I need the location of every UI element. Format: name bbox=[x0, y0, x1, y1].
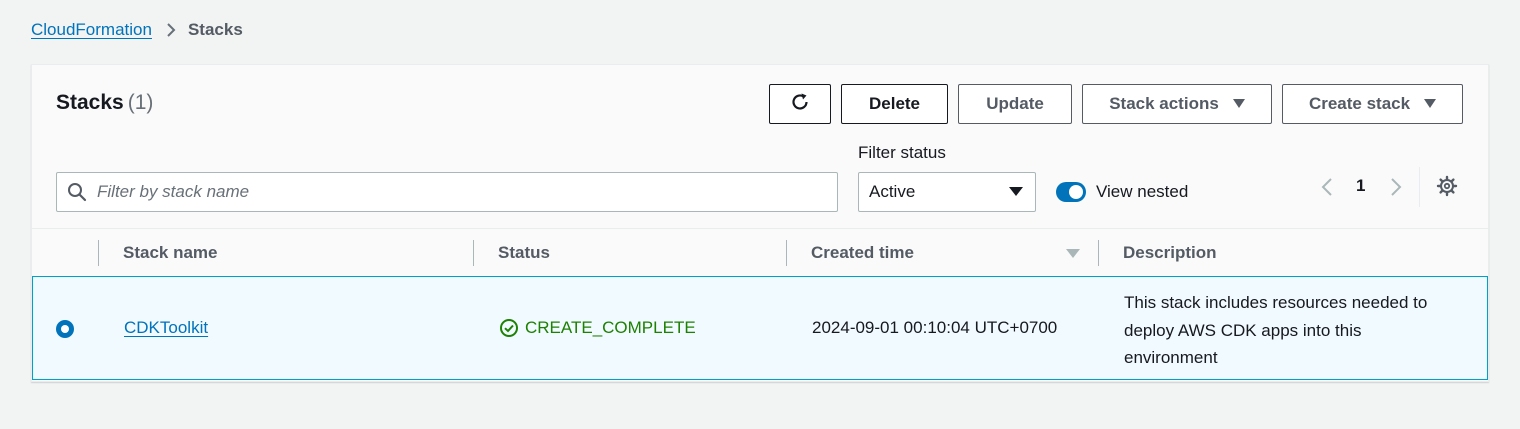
breadcrumb: CloudFormation Stacks bbox=[31, 18, 243, 42]
row-select-radio[interactable] bbox=[56, 320, 74, 338]
view-nested-toggle[interactable] bbox=[1056, 182, 1086, 202]
refresh-button[interactable] bbox=[769, 84, 831, 124]
filter-status-label: Filter status bbox=[858, 143, 946, 162]
view-nested-label: View nested bbox=[1096, 182, 1189, 201]
status-badge: CREATE_COMPLETE bbox=[499, 318, 696, 338]
create-stack-button[interactable]: Create stack bbox=[1282, 84, 1463, 124]
caret-down-icon bbox=[1424, 99, 1437, 109]
caret-down-icon bbox=[1009, 182, 1023, 202]
filter-status-value: Active bbox=[869, 182, 916, 201]
column-header-created-time[interactable]: Created time bbox=[811, 243, 914, 263]
column-separator[interactable] bbox=[473, 240, 474, 266]
stack-count: (1) bbox=[127, 91, 154, 114]
create-stack-label: Create stack bbox=[1308, 94, 1411, 113]
check-circle-icon bbox=[499, 318, 519, 338]
breadcrumb-cloudformation-link[interactable]: CloudFormation bbox=[31, 20, 152, 40]
filter-status-select[interactable]: Active bbox=[858, 172, 1036, 212]
update-button[interactable]: Update bbox=[958, 84, 1072, 124]
column-separator bbox=[98, 240, 99, 266]
stack-name-filter[interactable] bbox=[56, 172, 838, 212]
page-number[interactable]: 1 bbox=[1356, 176, 1365, 196]
column-header-description[interactable]: Description bbox=[1123, 243, 1217, 263]
column-separator[interactable] bbox=[786, 240, 787, 266]
table-row[interactable]: CDKToolkit CREATE_COMPLETE 2024-09-01 00… bbox=[32, 276, 1488, 380]
delete-button[interactable]: Delete bbox=[841, 84, 948, 124]
created-time: 2024-09-01 00:10:04 UTC+0700 bbox=[812, 318, 1058, 337]
stacks-panel: Stacks (1) Delete Update Stack actions Cr… bbox=[31, 64, 1489, 382]
status-text: CREATE_COMPLETE bbox=[525, 318, 696, 337]
stack-description: This stack includes resources needed to … bbox=[1124, 293, 1428, 367]
caret-down-icon bbox=[1232, 99, 1245, 109]
toggle-knob bbox=[1069, 185, 1083, 199]
divider bbox=[1419, 167, 1420, 207]
sort-descending-icon[interactable] bbox=[1066, 246, 1080, 264]
breadcrumb-current: Stacks bbox=[187, 20, 243, 39]
stack-actions-label: Stack actions bbox=[1109, 94, 1219, 113]
column-separator[interactable] bbox=[1098, 240, 1099, 266]
stack-actions-button[interactable]: Stack actions bbox=[1082, 84, 1272, 124]
chevron-left-icon[interactable] bbox=[1321, 177, 1333, 202]
chevron-right-icon bbox=[166, 22, 176, 38]
gear-icon[interactable] bbox=[1436, 175, 1458, 202]
search-icon bbox=[67, 182, 87, 202]
panel-title: Stacks (1) bbox=[56, 91, 153, 115]
column-header-stack-name[interactable]: Stack name bbox=[123, 243, 218, 263]
column-header-status[interactable]: Status bbox=[498, 243, 550, 263]
table-header: Stack name Status Created time Descripti… bbox=[32, 228, 1488, 276]
panel-title-text: Stacks bbox=[56, 91, 124, 114]
search-input[interactable] bbox=[97, 182, 817, 202]
chevron-right-icon[interactable] bbox=[1390, 177, 1402, 202]
refresh-icon bbox=[789, 91, 811, 118]
stack-name-link[interactable]: CDKToolkit bbox=[124, 318, 208, 338]
